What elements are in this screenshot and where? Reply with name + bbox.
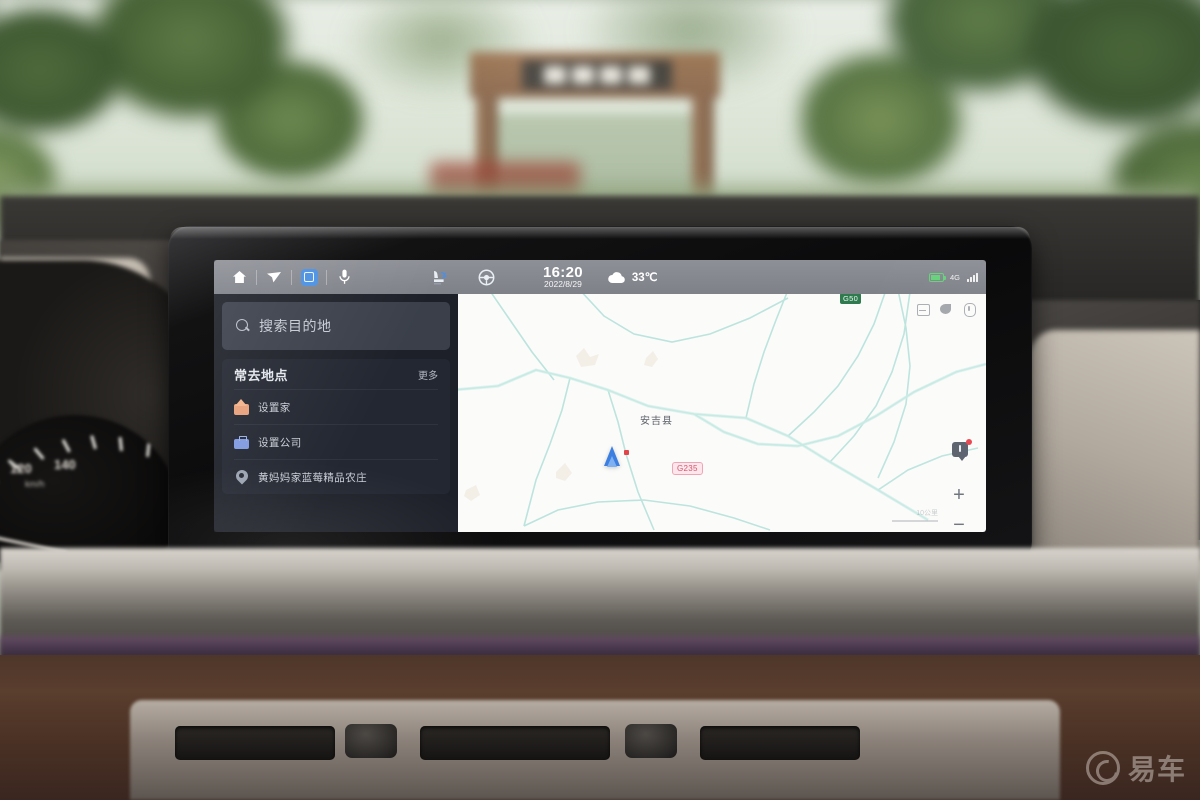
temperature-value: 33℃ (631, 272, 658, 284)
watermark-logo-icon (1085, 751, 1120, 785)
current-time: 16:20 (543, 263, 583, 281)
sign-char (628, 66, 650, 84)
weather-widget[interactable]: 33℃ (607, 270, 658, 284)
climate-status-icons (423, 260, 503, 294)
status-bar: 16:20 2022/8/29 33℃ 4G (214, 260, 986, 294)
current-date: 2022/8/29 (544, 279, 582, 290)
signal-strength-icon (967, 272, 978, 282)
home-icon[interactable] (222, 260, 256, 294)
traffic-report-icon[interactable] (939, 302, 953, 316)
watermark: 易车 (1085, 748, 1186, 788)
map-layers-icon[interactable] (916, 302, 930, 316)
map-zoom-out-button[interactable]: − (948, 514, 970, 532)
notification-badge (966, 439, 972, 445)
frequent-places-card: 常去地点 更多 设置家 设置公司 黄妈妈家蓝莓精品农庄 (222, 359, 450, 494)
battery-icon (928, 272, 946, 282)
speed-tick-140: 140 (54, 457, 76, 472)
navigation-arrow-icon[interactable] (257, 260, 291, 294)
heated-steering-wheel-icon[interactable] (469, 260, 503, 294)
speed-unit: km/h (25, 479, 45, 489)
sign-char (572, 66, 594, 84)
sign-char (600, 66, 622, 84)
archway-sign (522, 60, 672, 90)
bezel-highlight (170, 227, 1030, 239)
status-bar-right: 4G (928, 272, 986, 282)
frequent-places-header: 常去地点 更多 (234, 359, 438, 389)
map-scale-text: 10公里 (916, 510, 938, 517)
search-placeholder: 搜索目的地 (259, 318, 332, 334)
door-panel-right (1030, 330, 1200, 580)
list-item[interactable]: 黄妈妈家蓝莓精品农庄 (234, 459, 438, 494)
map-scale-bar: 10公里 (892, 508, 938, 522)
route-shield: G235 (672, 462, 703, 475)
vent-dial-right[interactable] (625, 724, 677, 758)
app-icon[interactable] (292, 260, 326, 294)
more-button[interactable]: 更多 (418, 367, 438, 382)
list-item-label: 设置公司 (258, 436, 302, 449)
air-vent-left[interactable] (175, 726, 335, 760)
air-vent-center[interactable] (420, 726, 610, 760)
home-icon (234, 398, 249, 415)
network-label: 4G (949, 272, 960, 282)
vehicle-position-arrow (604, 446, 620, 467)
status-bar-left-icons (214, 260, 361, 294)
map-scale-line (892, 520, 938, 522)
list-item[interactable]: 设置家 (234, 389, 438, 424)
navigation-side-panel: 搜索目的地 常去地点 更多 设置家 设置公司 黄妈妈家蓝莓精品农庄 (214, 294, 458, 532)
map-settings-icon[interactable] (962, 302, 976, 317)
frequent-places-title: 常去地点 (234, 367, 289, 383)
touchscreen-display[interactable]: 16:20 2022/8/29 33℃ 4G 搜索目的地 常去地点 更多 设置家… (214, 260, 986, 532)
list-item-label: 设置家 (258, 401, 291, 414)
location-pin-icon (234, 470, 249, 485)
clock[interactable]: 16:20 2022/8/29 (543, 263, 583, 290)
heated-seat-icon[interactable] (423, 260, 457, 294)
watermark-text: 易车 (1127, 754, 1186, 785)
vent-dial-left[interactable] (345, 724, 397, 758)
list-item-label: 黄妈妈家蓝莓精品农庄 (258, 471, 367, 484)
map-tool-icons (916, 302, 976, 317)
map-zoom-in-button[interactable]: + (948, 484, 970, 506)
report-notification-icon[interactable] (952, 439, 972, 461)
speed-tick-120: 120 (10, 461, 32, 476)
map-view[interactable]: G50 安吉县 G235 + − 10公里 (458, 294, 986, 532)
briefcase-icon (234, 435, 249, 450)
list-item[interactable]: 设置公司 (234, 424, 438, 459)
microphone-icon[interactable] (327, 260, 361, 294)
air-vent-right[interactable] (700, 726, 860, 760)
map-city-label: 安吉县 (640, 416, 673, 427)
sign-char (544, 66, 566, 84)
search-input[interactable]: 搜索目的地 (222, 302, 450, 350)
cloud-icon (608, 271, 625, 283)
map-roads (458, 294, 986, 531)
map-poi-dot (624, 450, 629, 455)
search-icon (236, 319, 250, 333)
highway-shield-g50: G50 (840, 294, 862, 304)
